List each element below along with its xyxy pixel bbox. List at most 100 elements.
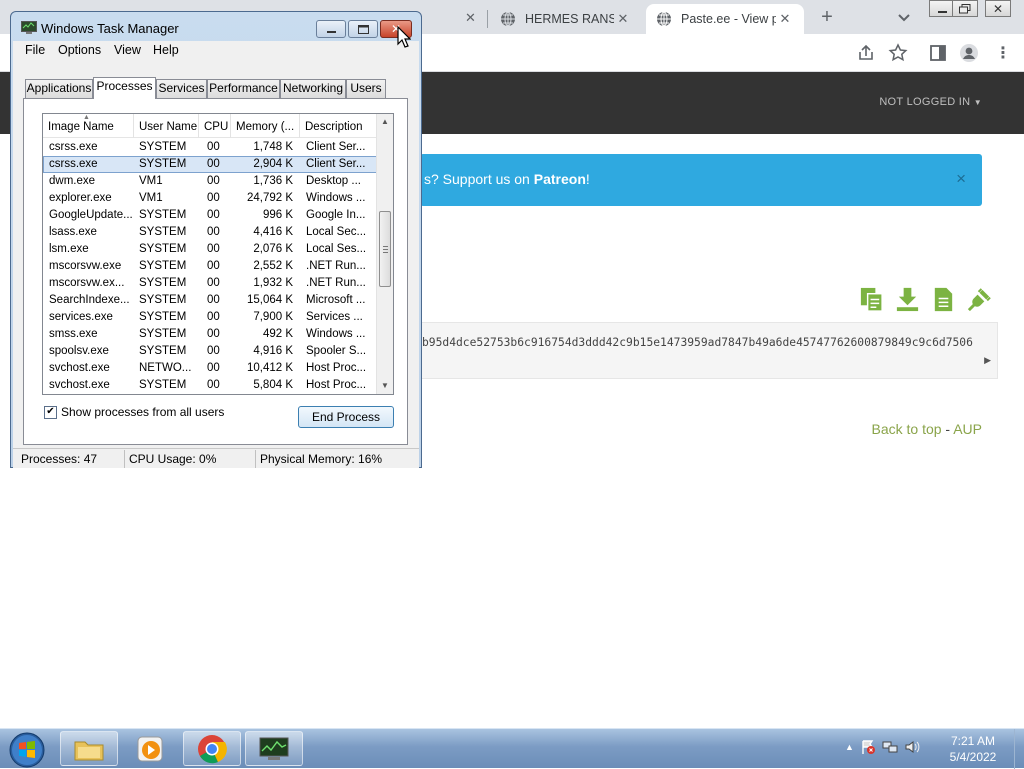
process-row[interactable]: spoolsv.exe SYSTEM 00 4,916 K Spooler S... [43,343,377,360]
column-cpu[interactable]: CPU [199,114,231,138]
tab-title: HERMES RANSOM [525,12,614,26]
paste-content[interactable]: b95d4dce52753b6c916754d3ddd42c9b15e14739… [420,322,998,379]
side-panel-icon[interactable] [928,43,948,63]
column-description[interactable]: Description [300,114,377,138]
taskbar-clock[interactable]: 7:21 AM 5/4/2022 [935,733,1011,765]
tab-separator [487,10,488,28]
show-desktop-button[interactable] [1014,729,1024,769]
banner-suffix: ! [585,171,590,187]
process-row[interactable]: services.exe SYSTEM 00 7,900 K Services ... [43,309,377,326]
patreon-link[interactable]: Patreon [534,171,586,187]
process-row[interactable]: csrss.exe SYSTEM 00 2,904 K Client Ser... [43,156,377,173]
tab-paste-ee[interactable]: Paste.ee - View paste ✕ [646,4,804,34]
process-cpu: 00 [207,345,220,357]
tab-users[interactable]: Users [346,79,386,98]
process-memory: 4,916 K [253,345,293,357]
download-icon[interactable] [894,286,921,313]
taskbar-chrome[interactable] [183,731,241,766]
minimize-button[interactable] [316,20,346,38]
menu-options[interactable]: Options [58,43,101,57]
restore-button[interactable] [952,0,978,17]
scroll-up-arrow-icon[interactable]: ▲ [377,114,393,130]
tab-services[interactable]: Services [156,79,207,98]
process-memory: 1,736 K [253,175,293,187]
process-row[interactable]: explorer.exe VM1 00 24,792 K Windows ... [43,190,377,207]
taskbar-task-manager[interactable] [245,731,303,766]
status-cpu-usage: CPU Usage: 0% [129,452,217,466]
process-list[interactable]: ▲ Image Name User Name CPU Memory (... D… [42,113,394,395]
process-row[interactable]: svchost.exe SYSTEM 00 5,804 K Host Proc... [43,377,377,394]
checkbox-box[interactable]: ✔ [44,405,57,419]
close-banner-button[interactable]: × [956,169,966,189]
task-manager-titlebar[interactable]: Windows Task Manager ✕ [11,12,421,41]
process-user-name: SYSTEM [139,311,187,323]
profile-avatar-icon[interactable] [959,43,979,63]
tab-processes[interactable]: Processes [93,77,156,99]
new-tab-button[interactable]: + [816,6,838,28]
maximize-button[interactable] [348,20,378,38]
scroll-right-arrow-icon[interactable]: ▶ [984,355,991,366]
menu-bar: File Options View Help [13,41,419,61]
menu-view[interactable]: View [114,43,141,57]
process-row[interactable]: dwm.exe VM1 00 1,736 K Desktop ... [43,173,377,190]
process-memory: 15,064 K [246,294,293,306]
end-process-button[interactable]: End Process [298,406,394,428]
paste-actions [858,286,993,313]
process-cpu: 00 [207,379,220,391]
aup-link[interactable]: AUP [953,421,982,437]
process-image-name: services.exe [49,311,113,323]
show-all-users-checkbox[interactable]: ✔ Show processes from all users [44,405,224,419]
process-description: Local Ses... [306,243,367,255]
tab-networking[interactable]: Networking [280,79,346,98]
task-manager-window[interactable]: Windows Task Manager ✕ File Options View… [10,11,422,468]
process-row[interactable]: csrss.exe SYSTEM 00 1,748 K Client Ser... [43,139,377,156]
chevron-down-icon[interactable] [895,8,913,26]
process-row[interactable]: lsass.exe SYSTEM 00 4,416 K Local Sec... [43,224,377,241]
start-button[interactable] [5,730,45,768]
share-icon[interactable] [856,43,876,63]
scroll-thumb[interactable] [379,211,391,287]
plug-icon[interactable] [966,286,993,313]
tab-performance[interactable]: Performance [207,79,280,98]
close-icon[interactable]: ✕ [465,10,476,26]
process-row[interactable]: lsm.exe SYSTEM 00 2,076 K Local Ses... [43,241,377,258]
column-memory[interactable]: Memory (... [231,114,300,138]
column-user-name[interactable]: User Name [134,114,199,138]
volume-icon[interactable] [904,739,920,755]
process-memory: 10,412 K [246,362,293,374]
raw-file-icon[interactable] [930,286,957,313]
network-icon[interactable] [882,739,898,755]
close-icon[interactable]: ✕ [776,11,794,27]
process-row[interactable]: svchost.exe NETWO... 00 10,412 K Host Proc..… [43,360,377,377]
taskbar-media-player[interactable] [121,731,179,766]
copy-icon[interactable] [858,286,885,313]
column-image-name[interactable]: ▲ Image Name [43,114,134,138]
show-hidden-icons-icon[interactable]: ▲ [845,742,854,752]
close-window-button[interactable]: ✕ [985,0,1011,17]
process-list-scrollbar[interactable]: ▲ ▼ [376,114,393,394]
process-row[interactable]: smss.exe SYSTEM 00 492 K Windows ... [43,326,377,343]
window-title: Windows Task Manager [41,21,179,36]
clock-time: 7:21 AM [950,734,996,748]
action-center-flag-icon[interactable] [860,739,876,755]
process-user-name: SYSTEM [139,328,187,340]
process-row[interactable]: mscorsvw.exe SYSTEM 00 2,552 K .NET Run... [43,258,377,275]
show-all-users-label: Show processes from all users [61,405,225,419]
taskbar-explorer[interactable] [60,731,118,766]
process-row[interactable]: SearchIndexe... SYSTEM 00 15,064 K Microsoft… [43,292,377,309]
process-row[interactable]: GoogleUpdate... SYSTEM 00 996 K Google In... [43,207,377,224]
process-description: Client Ser... [306,141,366,153]
process-row[interactable]: mscorsvw.ex... SYSTEM 00 1,932 K .NET Run... [43,275,377,292]
tab-hermes-ransom[interactable]: HERMES RANSOM ✕ [490,4,642,34]
account-menu[interactable]: NOT LOGGED IN ▼ [879,96,982,108]
process-user-name: SYSTEM [139,345,187,357]
menu-file[interactable]: File [25,43,45,57]
process-cpu: 00 [207,294,220,306]
back-to-top-link[interactable]: Back to top [871,421,941,437]
more-menu-icon[interactable]: ⋮ [993,43,1013,63]
tab-applications[interactable]: Applications [25,79,93,98]
scroll-down-arrow-icon[interactable]: ▼ [377,378,393,394]
close-icon[interactable]: ✕ [614,11,632,27]
menu-help[interactable]: Help [153,43,179,57]
bookmark-star-icon[interactable] [888,43,908,63]
